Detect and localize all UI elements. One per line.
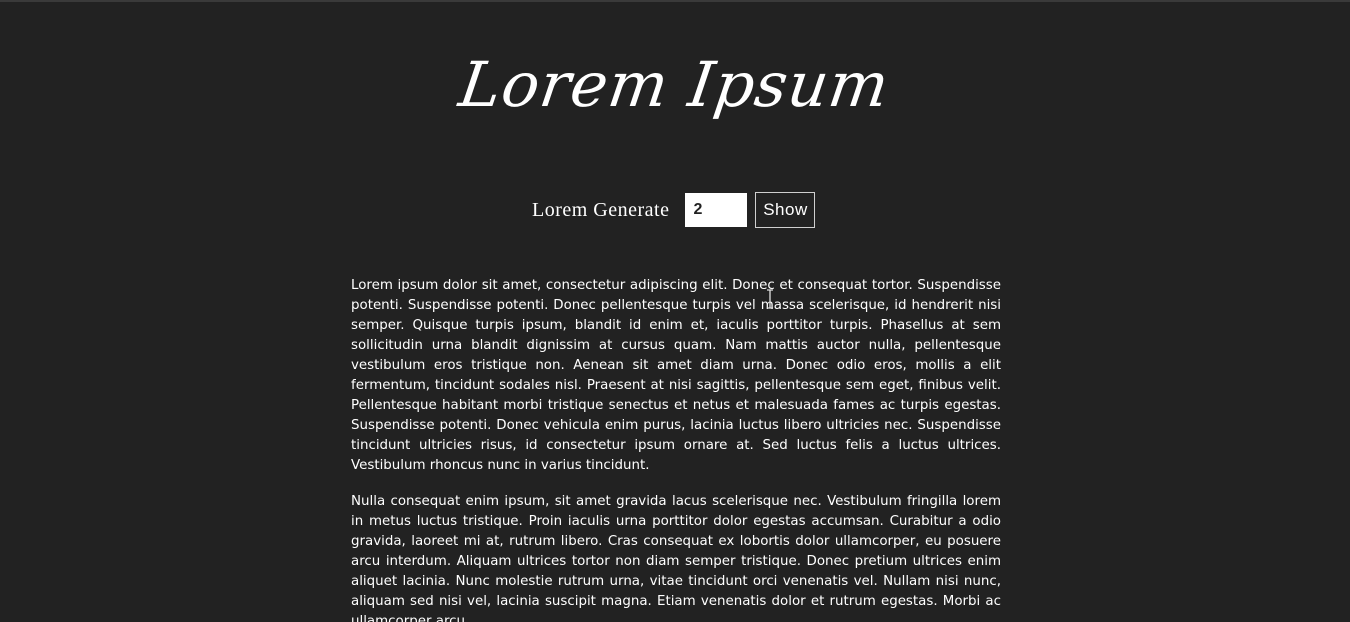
- page: Lorem Ipsum Lorem Generate Show Lorem ip…: [0, 0, 1350, 622]
- generated-text: Lorem ipsum dolor sit amet, consectetur …: [351, 276, 1001, 622]
- text-cursor-icon: [767, 289, 773, 309]
- header: Lorem Ipsum: [0, 40, 1350, 130]
- page-title: Lorem Ipsum: [455, 48, 895, 121]
- generator-controls: Lorem Generate Show: [532, 192, 816, 228]
- show-button[interactable]: Show: [755, 192, 816, 228]
- paragraph-1: Lorem ipsum dolor sit amet, consectetur …: [351, 278, 1001, 473]
- generator-label: Lorem Generate: [532, 198, 670, 221]
- paragraph-count-input[interactable]: [685, 193, 748, 227]
- paragraph-2: Nulla consequat enim ipsum, sit amet gra…: [351, 494, 1001, 622]
